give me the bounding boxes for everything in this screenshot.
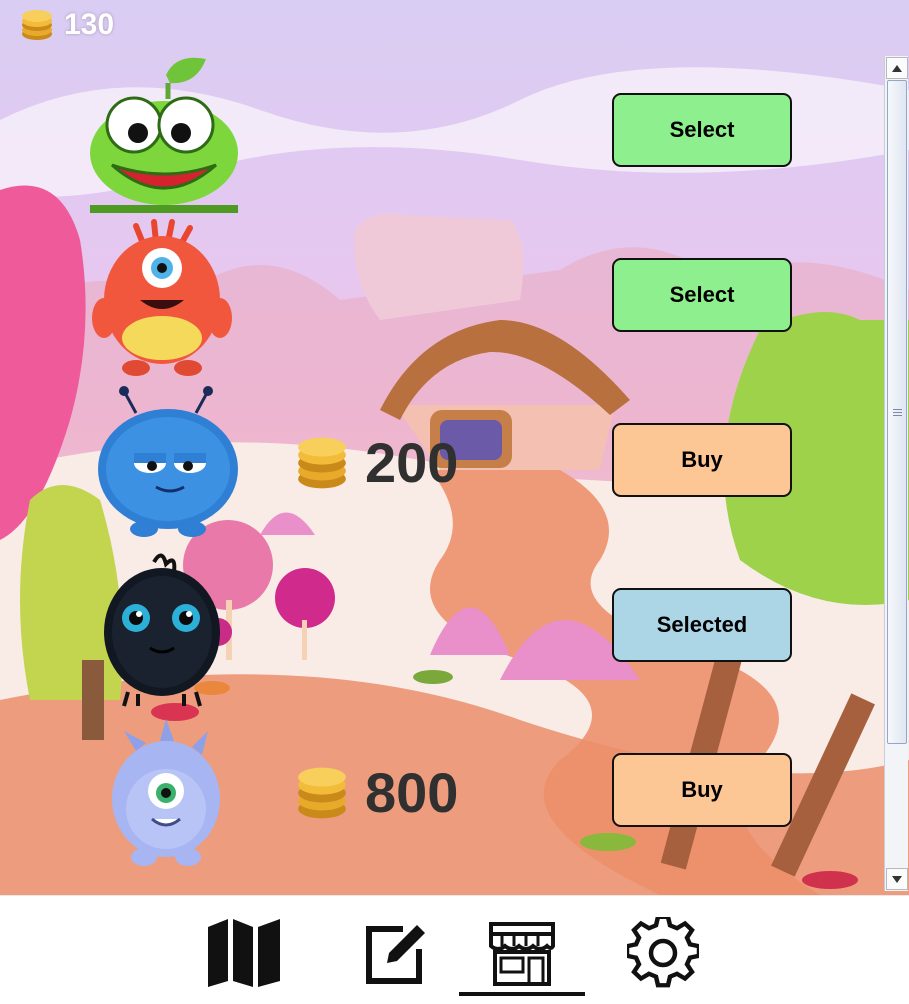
gear-icon — [627, 917, 699, 988]
character-row: 200 Buy — [0, 383, 880, 548]
map-icon — [208, 919, 280, 987]
coin-stack-icon — [22, 10, 52, 40]
lavender-monster-avatar — [112, 719, 220, 866]
character-row: Select — [0, 218, 880, 383]
select-button[interactable]: Select — [612, 93, 792, 167]
edit-icon — [366, 925, 425, 984]
arrow-down-icon — [892, 875, 902, 883]
blue-fuzzy-monster-avatar — [98, 386, 238, 537]
select-button[interactable]: Select — [612, 258, 792, 332]
price-amount: 800 — [365, 761, 459, 824]
price-amount: 200 — [365, 431, 459, 494]
store-icon — [489, 922, 555, 986]
coin-stack-icon — [298, 437, 346, 489]
price-tag: 200 — [295, 433, 458, 493]
black-fuzzy-monster-avatar — [104, 553, 220, 707]
price-tag: 800 — [295, 763, 458, 823]
character-row: Select — [0, 53, 880, 218]
coin-counter: 130 — [20, 8, 114, 42]
nav-map[interactable] — [196, 908, 292, 998]
nav-settings[interactable] — [615, 908, 711, 998]
scroll-up-button[interactable] — [886, 57, 908, 79]
bottom-nav — [0, 895, 909, 1004]
red-monster-avatar — [92, 219, 232, 376]
coin-stack-icon — [298, 767, 346, 819]
active-tab-indicator — [459, 992, 585, 996]
buy-button[interactable]: Buy — [612, 753, 792, 827]
buy-button[interactable]: Buy — [612, 423, 792, 497]
selected-button[interactable]: Selected — [612, 588, 792, 662]
nav-edit[interactable] — [348, 908, 444, 998]
character-row: 800 Buy — [0, 713, 880, 878]
coin-count: 130 — [64, 8, 115, 41]
green-frog-avatar — [90, 57, 238, 213]
scroll-down-button[interactable] — [886, 868, 908, 890]
arrow-up-icon — [892, 64, 902, 72]
shop-screen: 130 Select Select 200 Buy Selected 800 B… — [0, 0, 909, 1004]
scroll-grip — [893, 409, 902, 416]
character-row: Selected — [0, 548, 880, 713]
scroll-thumb[interactable] — [887, 80, 907, 744]
nav-store[interactable] — [474, 908, 570, 998]
vertical-scrollbar[interactable] — [884, 56, 908, 891]
